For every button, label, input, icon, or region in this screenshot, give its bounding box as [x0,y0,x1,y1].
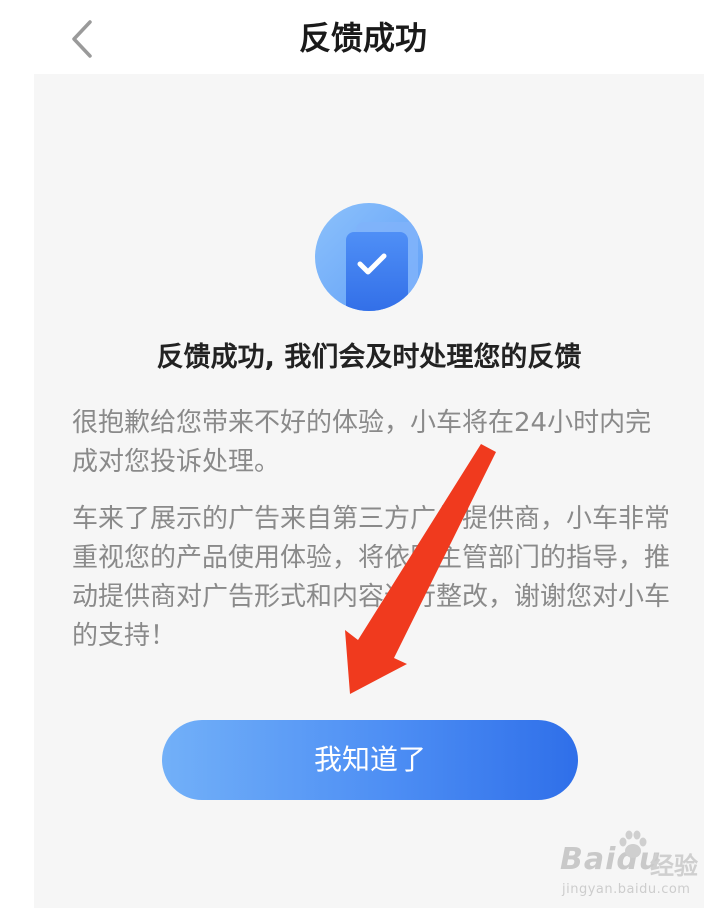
baidu-jingyan-watermark: Baidu 经验 jingyan.baidu.com [558,828,718,904]
acknowledge-button[interactable]: 我知道了 [162,720,578,800]
success-headline: 反馈成功, 我们会及时处理您的反馈 [156,342,582,373]
feedback-panel: 反馈成功, 我们会及时处理您的反馈 很抱歉给您带来不好的体验，小车将在24小时内… [34,74,704,908]
watermark-suffix: 经验 [650,852,698,880]
ad-notice-text: 车来了展示的广告来自第三方广告提供商，小车非常重视您的产品使用体验，将依照主管部… [72,504,671,651]
apology-text: 很抱歉给您带来不好的体验，小车将在24小时内完成对您投诉处理。 [72,408,652,477]
watermark-url: jingyan.baidu.com [562,882,691,897]
document-check-icon [314,202,424,312]
page-title: 反馈成功 [298,19,427,57]
header-bar: 反馈成功 [0,0,726,74]
paw-icon [619,830,647,858]
